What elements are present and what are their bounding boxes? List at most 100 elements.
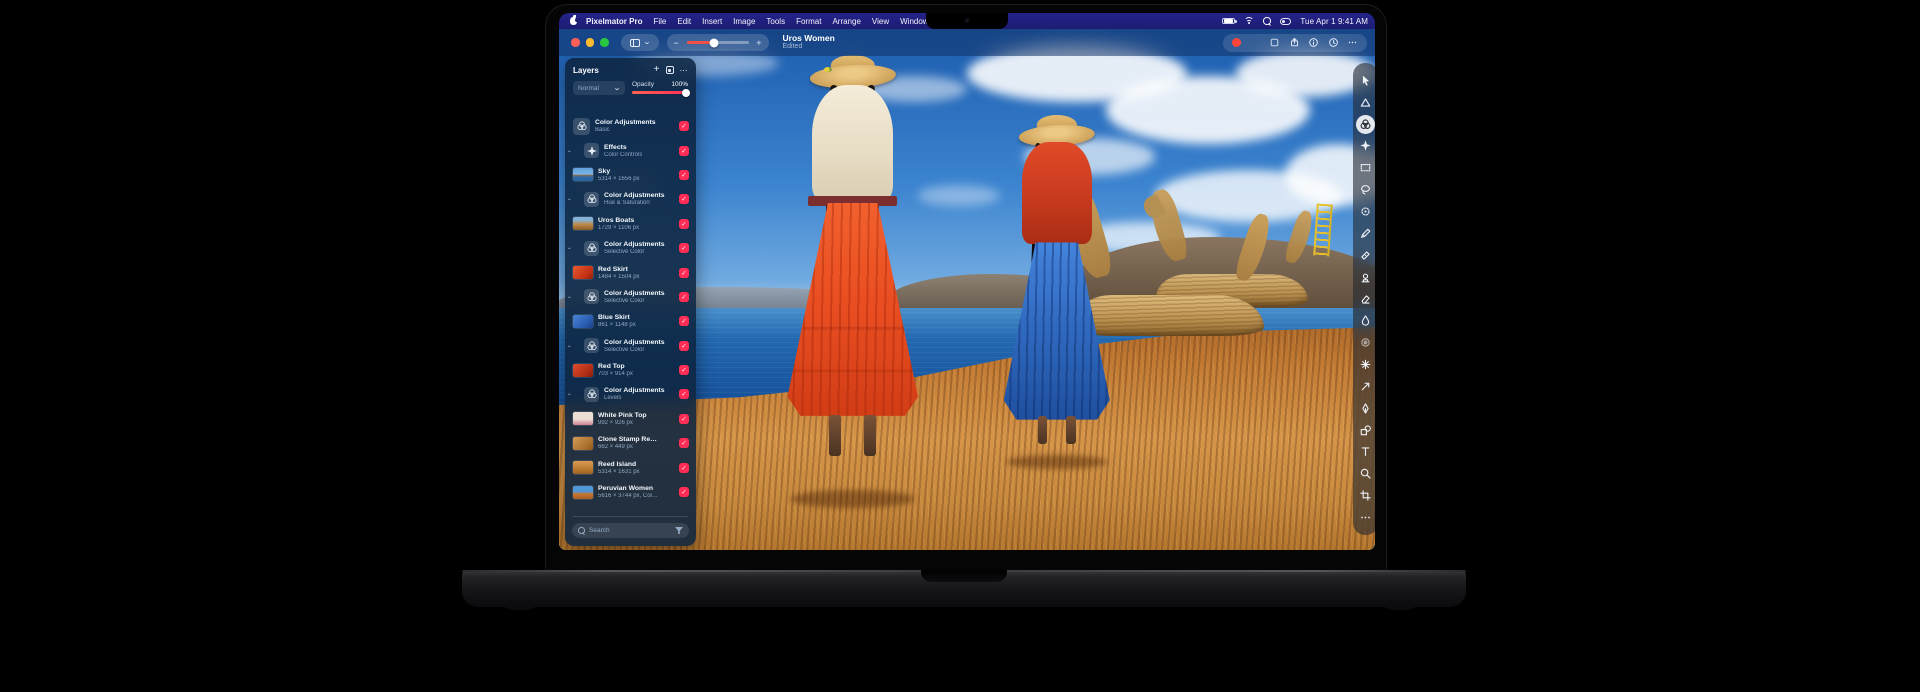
tool-crop[interactable] bbox=[1356, 486, 1375, 505]
tool-warp[interactable] bbox=[1356, 377, 1375, 396]
tool-retouch[interactable] bbox=[1356, 246, 1375, 265]
menu-item-insert[interactable]: Insert bbox=[702, 17, 722, 26]
layer-visibility-checkbox[interactable]: ✓ bbox=[679, 292, 689, 302]
tool-blur[interactable] bbox=[1356, 333, 1375, 352]
layer-row-sky[interactable]: Sky5314 × 1656 px✓ bbox=[565, 163, 696, 187]
opacity-slider-knob[interactable] bbox=[682, 89, 690, 97]
tool-type[interactable] bbox=[1356, 442, 1375, 461]
menu-bar-clock[interactable]: Tue Apr 1 9:41 AM bbox=[1300, 17, 1368, 26]
blend-mode-dropdown[interactable]: Normal ⌄ bbox=[573, 81, 625, 95]
menu-item-arrange[interactable]: Arrange bbox=[832, 17, 860, 26]
layer-search-field[interactable]: Search bbox=[572, 523, 689, 538]
menu-item-format[interactable]: Format bbox=[796, 17, 821, 26]
menu-item-window[interactable]: Window bbox=[900, 17, 928, 26]
tool-rectangular-select[interactable] bbox=[1356, 158, 1375, 177]
layer-visibility-checkbox[interactable]: ✓ bbox=[679, 316, 689, 326]
layer-row-color-adjustments[interactable]: ⌄Color AdjustmentsHue & Saturation✓ bbox=[565, 187, 696, 211]
tool-more-tools[interactable] bbox=[1356, 508, 1375, 527]
zoom-slider-control[interactable]: − + bbox=[667, 34, 769, 51]
disclosure-chevron-icon[interactable]: ⌄ bbox=[567, 148, 572, 154]
pattern-icon[interactable] bbox=[1269, 37, 1280, 48]
layer-row-reed-island[interactable]: Reed Island5314 × 1631 px✓ bbox=[565, 455, 696, 479]
layer-visibility-checkbox[interactable]: ✓ bbox=[679, 389, 689, 399]
spotlight-icon[interactable] bbox=[1263, 17, 1271, 25]
tool-effects[interactable] bbox=[1356, 136, 1375, 155]
zoom-slider-track[interactable] bbox=[687, 41, 749, 44]
tool-shapes[interactable] bbox=[1356, 421, 1375, 440]
disclosure-chevron-icon[interactable]: ⌄ bbox=[567, 343, 572, 349]
record-icon[interactable] bbox=[1232, 38, 1241, 47]
zoom-slider-knob[interactable] bbox=[710, 38, 719, 47]
menu-item-edit[interactable]: Edit bbox=[677, 17, 691, 26]
disclosure-chevron-icon[interactable]: ⌄ bbox=[567, 391, 572, 397]
tool-arrange[interactable] bbox=[1356, 71, 1375, 90]
control-center-icon[interactable] bbox=[1280, 18, 1291, 25]
tool-pen[interactable] bbox=[1356, 399, 1375, 418]
layer-row-color-adjustments[interactable]: ⌄Color AdjustmentsSelective Color✓ bbox=[565, 236, 696, 260]
filter-icon[interactable] bbox=[675, 527, 683, 534]
wifi-icon[interactable] bbox=[1244, 17, 1254, 25]
layer-visibility-checkbox[interactable]: ✓ bbox=[679, 219, 689, 229]
layer-row-color-adjustments[interactable]: ⌄Color AdjustmentsLevels✓ bbox=[565, 382, 696, 406]
tool-pencil[interactable] bbox=[1356, 224, 1375, 243]
tool-straighten[interactable] bbox=[1356, 93, 1375, 112]
disclosure-chevron-icon[interactable]: ⌄ bbox=[567, 196, 572, 202]
tool-zoom[interactable] bbox=[1356, 464, 1375, 483]
tool-color-adjustments[interactable] bbox=[1356, 115, 1375, 134]
layer-row-color-adjustments[interactable]: ⌄Color AdjustmentsSelective Color✓ bbox=[565, 285, 696, 309]
disclosure-chevron-icon[interactable]: ⌄ bbox=[567, 294, 572, 300]
layer-visibility-checkbox[interactable]: ✓ bbox=[679, 243, 689, 253]
menu-item-file[interactable]: File bbox=[653, 17, 666, 26]
tool-quick-select[interactable] bbox=[1356, 202, 1375, 221]
more-icon[interactable] bbox=[1347, 37, 1358, 48]
opacity-slider[interactable] bbox=[632, 91, 688, 94]
tool-sharpen[interactable] bbox=[1356, 355, 1375, 374]
layer-visibility-checkbox[interactable]: ✓ bbox=[679, 365, 689, 375]
layer-row-peruvian-women[interactable]: Peruvian Women5616 × 3744 px, Color Adju… bbox=[565, 480, 696, 504]
layer-visibility-checkbox[interactable]: ✓ bbox=[679, 438, 689, 448]
close-button[interactable] bbox=[571, 38, 580, 47]
filter-layers-icon[interactable] bbox=[666, 66, 674, 74]
menu-app-name[interactable]: Pixelmator Pro bbox=[586, 17, 642, 26]
layer-visibility-checkbox[interactable]: ✓ bbox=[679, 487, 689, 497]
layer-visibility-checkbox[interactable]: ✓ bbox=[679, 341, 689, 351]
apple-menu-icon[interactable] bbox=[570, 17, 577, 25]
zoom-button[interactable] bbox=[600, 38, 609, 47]
minimize-button[interactable] bbox=[586, 38, 595, 47]
add-layer-icon[interactable]: + bbox=[654, 65, 660, 75]
layer-row-red-top[interactable]: Red Top703 × 914 px✓ bbox=[565, 358, 696, 382]
layer-row-blue-skirt[interactable]: Blue Skirt861 × 1148 px✓ bbox=[565, 309, 696, 333]
menu-item-tools[interactable]: Tools bbox=[766, 17, 785, 26]
layer-visibility-checkbox[interactable]: ✓ bbox=[679, 414, 689, 424]
layer-visibility-checkbox[interactable]: ✓ bbox=[679, 170, 689, 180]
layer-detail: 703 × 914 px bbox=[598, 371, 633, 377]
layer-visibility-checkbox[interactable]: ✓ bbox=[679, 463, 689, 473]
layer-visibility-checkbox[interactable]: ✓ bbox=[679, 194, 689, 204]
layer-row-color-adjustments[interactable]: ⌄Color AdjustmentsSelective Color✓ bbox=[565, 334, 696, 358]
layer-row-color-adjustments[interactable]: Color AdjustmentsBasic✓ bbox=[565, 114, 696, 138]
zoom-out-button[interactable]: − bbox=[674, 38, 679, 48]
layer-visibility-checkbox[interactable]: ✓ bbox=[679, 268, 689, 278]
battery-icon[interactable] bbox=[1222, 18, 1235, 25]
color-swatches-icon[interactable] bbox=[1250, 37, 1261, 48]
menu-item-view[interactable]: View bbox=[872, 17, 889, 26]
layer-visibility-checkbox[interactable]: ✓ bbox=[679, 146, 689, 156]
layer-row-clone-stamp-reeds[interactable]: Clone Stamp Reeds662 × 449 px✓ bbox=[565, 431, 696, 455]
layer-row-uros-boats[interactable]: Uros Boats1729 × 1106 px✓ bbox=[565, 212, 696, 236]
sidebar-toggle-button[interactable]: ⌄ bbox=[621, 34, 659, 51]
layer-visibility-checkbox[interactable]: ✓ bbox=[679, 121, 689, 131]
tool-fill[interactable] bbox=[1356, 311, 1375, 330]
tool-erase[interactable] bbox=[1356, 289, 1375, 308]
history-icon[interactable] bbox=[1328, 37, 1339, 48]
zoom-in-button[interactable]: + bbox=[756, 38, 761, 48]
layer-row-effects[interactable]: ⌄EffectsColor Controls✓ bbox=[565, 138, 696, 162]
menu-item-image[interactable]: Image bbox=[733, 17, 755, 26]
share-icon[interactable] bbox=[1289, 37, 1300, 48]
layer-row-white-pink-top[interactable]: White Pink Top992 × 926 px✓ bbox=[565, 407, 696, 431]
tool-lasso-select[interactable] bbox=[1356, 180, 1375, 199]
more-icon[interactable]: ⋯ bbox=[680, 66, 689, 75]
disclosure-chevron-icon[interactable]: ⌄ bbox=[567, 245, 572, 251]
layer-row-red-skirt[interactable]: Red Skirt1484 × 1504 px✓ bbox=[565, 260, 696, 284]
tool-clone[interactable] bbox=[1356, 268, 1375, 287]
info-icon[interactable] bbox=[1308, 37, 1319, 48]
